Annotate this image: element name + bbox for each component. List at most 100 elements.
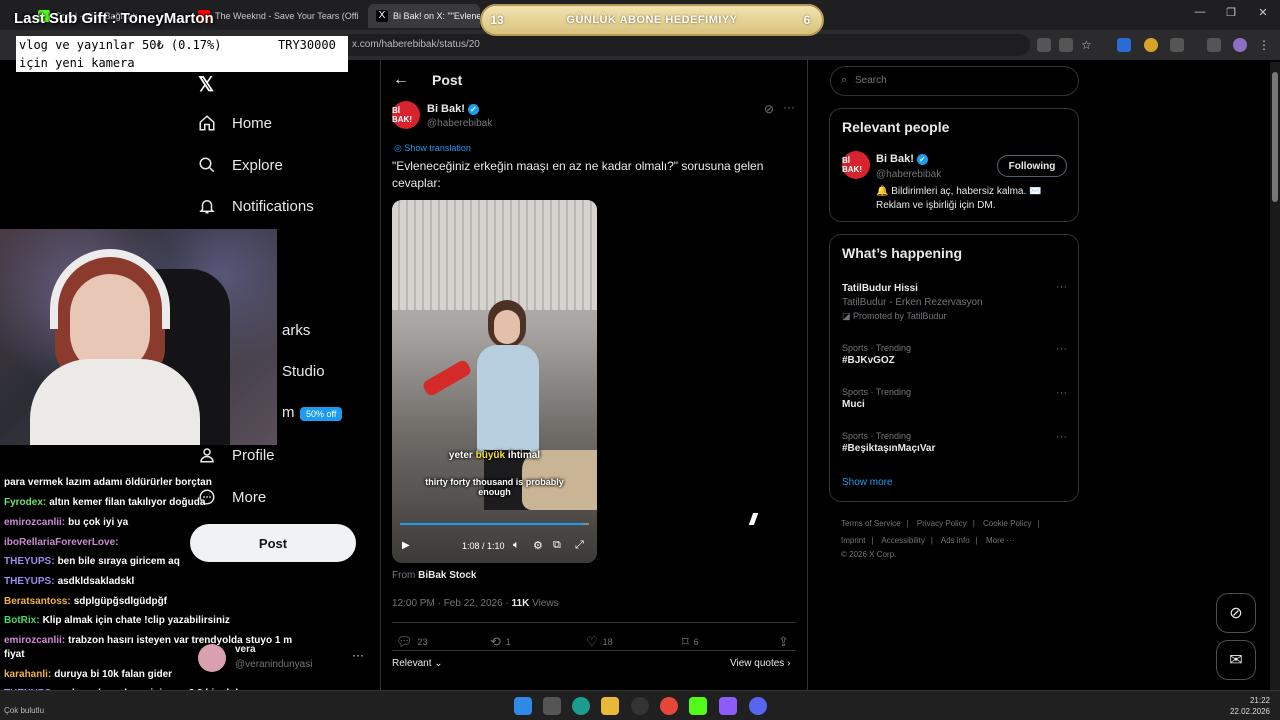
extension-icon[interactable] (1117, 38, 1131, 52)
edge-icon[interactable] (572, 697, 590, 715)
menu-icon[interactable]: ⋮ (1258, 38, 1272, 52)
nav-bookmarks[interactable]: arks (282, 322, 310, 339)
video-time: 1:08 / 1:10 (462, 541, 505, 551)
start-icon[interactable] (514, 697, 532, 715)
messages-button[interactable]: ✉ (1216, 640, 1256, 680)
scrollbar-thumb[interactable] (1272, 72, 1278, 202)
x-logo-icon[interactable]: 𝕏 (198, 72, 214, 97)
more-dots-icon[interactable]: ··· (1056, 281, 1067, 293)
extension-icon[interactable] (1144, 38, 1158, 52)
clock[interactable]: 21:22 22.02.2026 (1226, 695, 1270, 717)
nav-more[interactable]: More (198, 488, 266, 506)
following-button[interactable]: Following (997, 155, 1067, 177)
install-icon[interactable] (1059, 38, 1073, 52)
video-source: From BiBak Stock (392, 570, 477, 581)
view-quotes-link[interactable]: View quotes › (730, 658, 790, 669)
chat-text: ben bile sıraya giricem aq (57, 556, 180, 567)
chat-username: BotRix: (4, 615, 40, 626)
reading-list-icon[interactable] (1207, 38, 1221, 52)
file-explorer-icon[interactable] (601, 697, 619, 715)
translate-icon[interactable] (1037, 38, 1051, 52)
reply-sort-dropdown[interactable]: Relevant ⌄ (392, 658, 443, 669)
chevron-down-icon: ⌄ (431, 658, 443, 669)
video-progress-fill (400, 523, 584, 525)
heart-icon: ♡ (586, 634, 598, 649)
chat-text: duruya bi 10k falan gider (54, 669, 173, 680)
star-icon[interactable]: ☆ (1081, 38, 1095, 52)
share-button[interactable]: ⇪ (778, 634, 789, 650)
puzzle-icon[interactable] (1170, 38, 1184, 52)
chat-message: iboRellariaForeverLove: (4, 537, 121, 548)
nav-premium[interactable]: m (282, 404, 295, 421)
close-window-icon[interactable]: ✕ (1248, 6, 1278, 19)
person-name[interactable]: Bi Bak! ✓ (876, 153, 928, 165)
last-sub-gift: Last Sub Gift : ToneyMarton (14, 10, 214, 27)
task-view-icon[interactable] (543, 697, 561, 715)
grok-icon[interactable]: ⊘ (764, 102, 774, 116)
trend-item[interactable]: Sports · Trending #BJKvGOZ ··· (842, 343, 1067, 366)
play-icon[interactable]: ▶ (402, 540, 410, 551)
chat-message: Fyrodex: altın kemer filan takılıyor doğu… (4, 497, 205, 508)
nav-explore[interactable]: Explore (198, 156, 283, 174)
chat-username: karahanli: (4, 669, 52, 680)
pip-icon[interactable]: ⧉ (553, 539, 561, 552)
search-icon: ⌕ (841, 74, 848, 86)
author-handle[interactable]: @haberebibak (427, 118, 492, 129)
trend-item[interactable]: Sports · Trending Muci ··· (842, 387, 1067, 410)
microphone (421, 358, 473, 398)
more-dots-icon[interactable]: ··· (1056, 343, 1067, 355)
nav-profile[interactable]: Profile (198, 446, 275, 464)
maximize-icon[interactable]: ❐ (1216, 6, 1246, 19)
grok-button[interactable]: ⊘ (1216, 593, 1256, 633)
repost-button[interactable]: ⟲ 1 (490, 634, 511, 650)
share-icon: ⇪ (778, 634, 789, 649)
chat-message: Beratsantoss: sdplgüpğsdlgüdpğf (4, 596, 167, 607)
nav-creator-studio[interactable]: Studio (282, 363, 325, 380)
video-player[interactable]: yeter büyük ihtimal thirty forty thousan… (392, 200, 597, 563)
post-button[interactable]: Post (190, 524, 356, 562)
nav-notifications[interactable]: Notifications (198, 197, 314, 215)
video-subtitle-english: thirty forty thousand is probably enough (425, 477, 564, 497)
divider (392, 622, 796, 623)
nav-home[interactable]: Home (198, 114, 272, 132)
obs-icon[interactable] (631, 697, 649, 715)
trend-item[interactable]: Sports · Trending #BeşiktaşınMaçıVar ··· (842, 431, 1067, 454)
more-dots-icon[interactable]: ··· (1056, 431, 1067, 443)
chat-text: trabzon hasırı isteyen var trendyolda st… (68, 635, 293, 646)
volume-icon[interactable]: 🔈︎ (513, 539, 520, 552)
trend-item[interactable]: TatilBudur Hissi TatilBudur - Erken Reze… (842, 281, 1067, 322)
bookmark-button[interactable]: ⌑ 6 (682, 634, 699, 650)
reply-button[interactable]: 💬︎ 23 (396, 634, 428, 650)
avatar[interactable]: Bİ BAK! (842, 151, 870, 179)
chat-username: THEYUPS: (4, 576, 55, 587)
video-progress-bar[interactable] (400, 523, 589, 525)
address-field[interactable]: x.com/haberebibak/status/20 (340, 34, 1030, 56)
chrome-icon[interactable] (660, 697, 678, 715)
more-dots-icon[interactable]: ··· (783, 100, 795, 114)
account-switcher[interactable]: vera @veranindunyasi ··· (198, 644, 368, 674)
discord-icon[interactable] (749, 697, 767, 715)
fullscreen-icon[interactable]: ⤢ (575, 539, 584, 552)
chat-text: Klip almak için chate !clip yazabilirsin… (42, 615, 230, 626)
show-more-link[interactable]: Show more (842, 477, 893, 488)
avatar[interactable]: Bİ BAK! (392, 101, 420, 129)
scrollbar[interactable] (1270, 62, 1280, 690)
like-button[interactable]: ♡ 18 (586, 634, 613, 650)
avatar[interactable] (1233, 38, 1247, 52)
twitch-icon[interactable] (719, 697, 737, 715)
show-translation-link[interactable]: ◎ Show translation (394, 143, 471, 154)
browser-tab[interactable]: The Weeknd - Save Your Tears (Offi ✕ (190, 4, 362, 28)
back-arrow-icon[interactable]: ← (393, 71, 409, 89)
avatar (198, 644, 226, 672)
mail-icon: ✉ (1229, 652, 1243, 669)
weather-text: Çok bulutlu (4, 706, 45, 715)
browser-tab-active[interactable]: X Bi Bak! on X: ""Evleneceğini (368, 4, 480, 28)
settings-icon[interactable]: ⚙︎ (533, 539, 543, 552)
minimize-icon[interactable]: — (1185, 6, 1215, 18)
more-dots-icon[interactable]: ··· (1056, 387, 1067, 399)
author-name[interactable]: Bi Bak! ✓ (427, 103, 479, 115)
chat-message: THEYUPS: asdkldsakladskl (4, 576, 134, 587)
search-input[interactable]: ⌕ Search (830, 66, 1079, 96)
kick-icon[interactable] (689, 697, 707, 715)
person-handle: @haberebibak (876, 169, 942, 180)
